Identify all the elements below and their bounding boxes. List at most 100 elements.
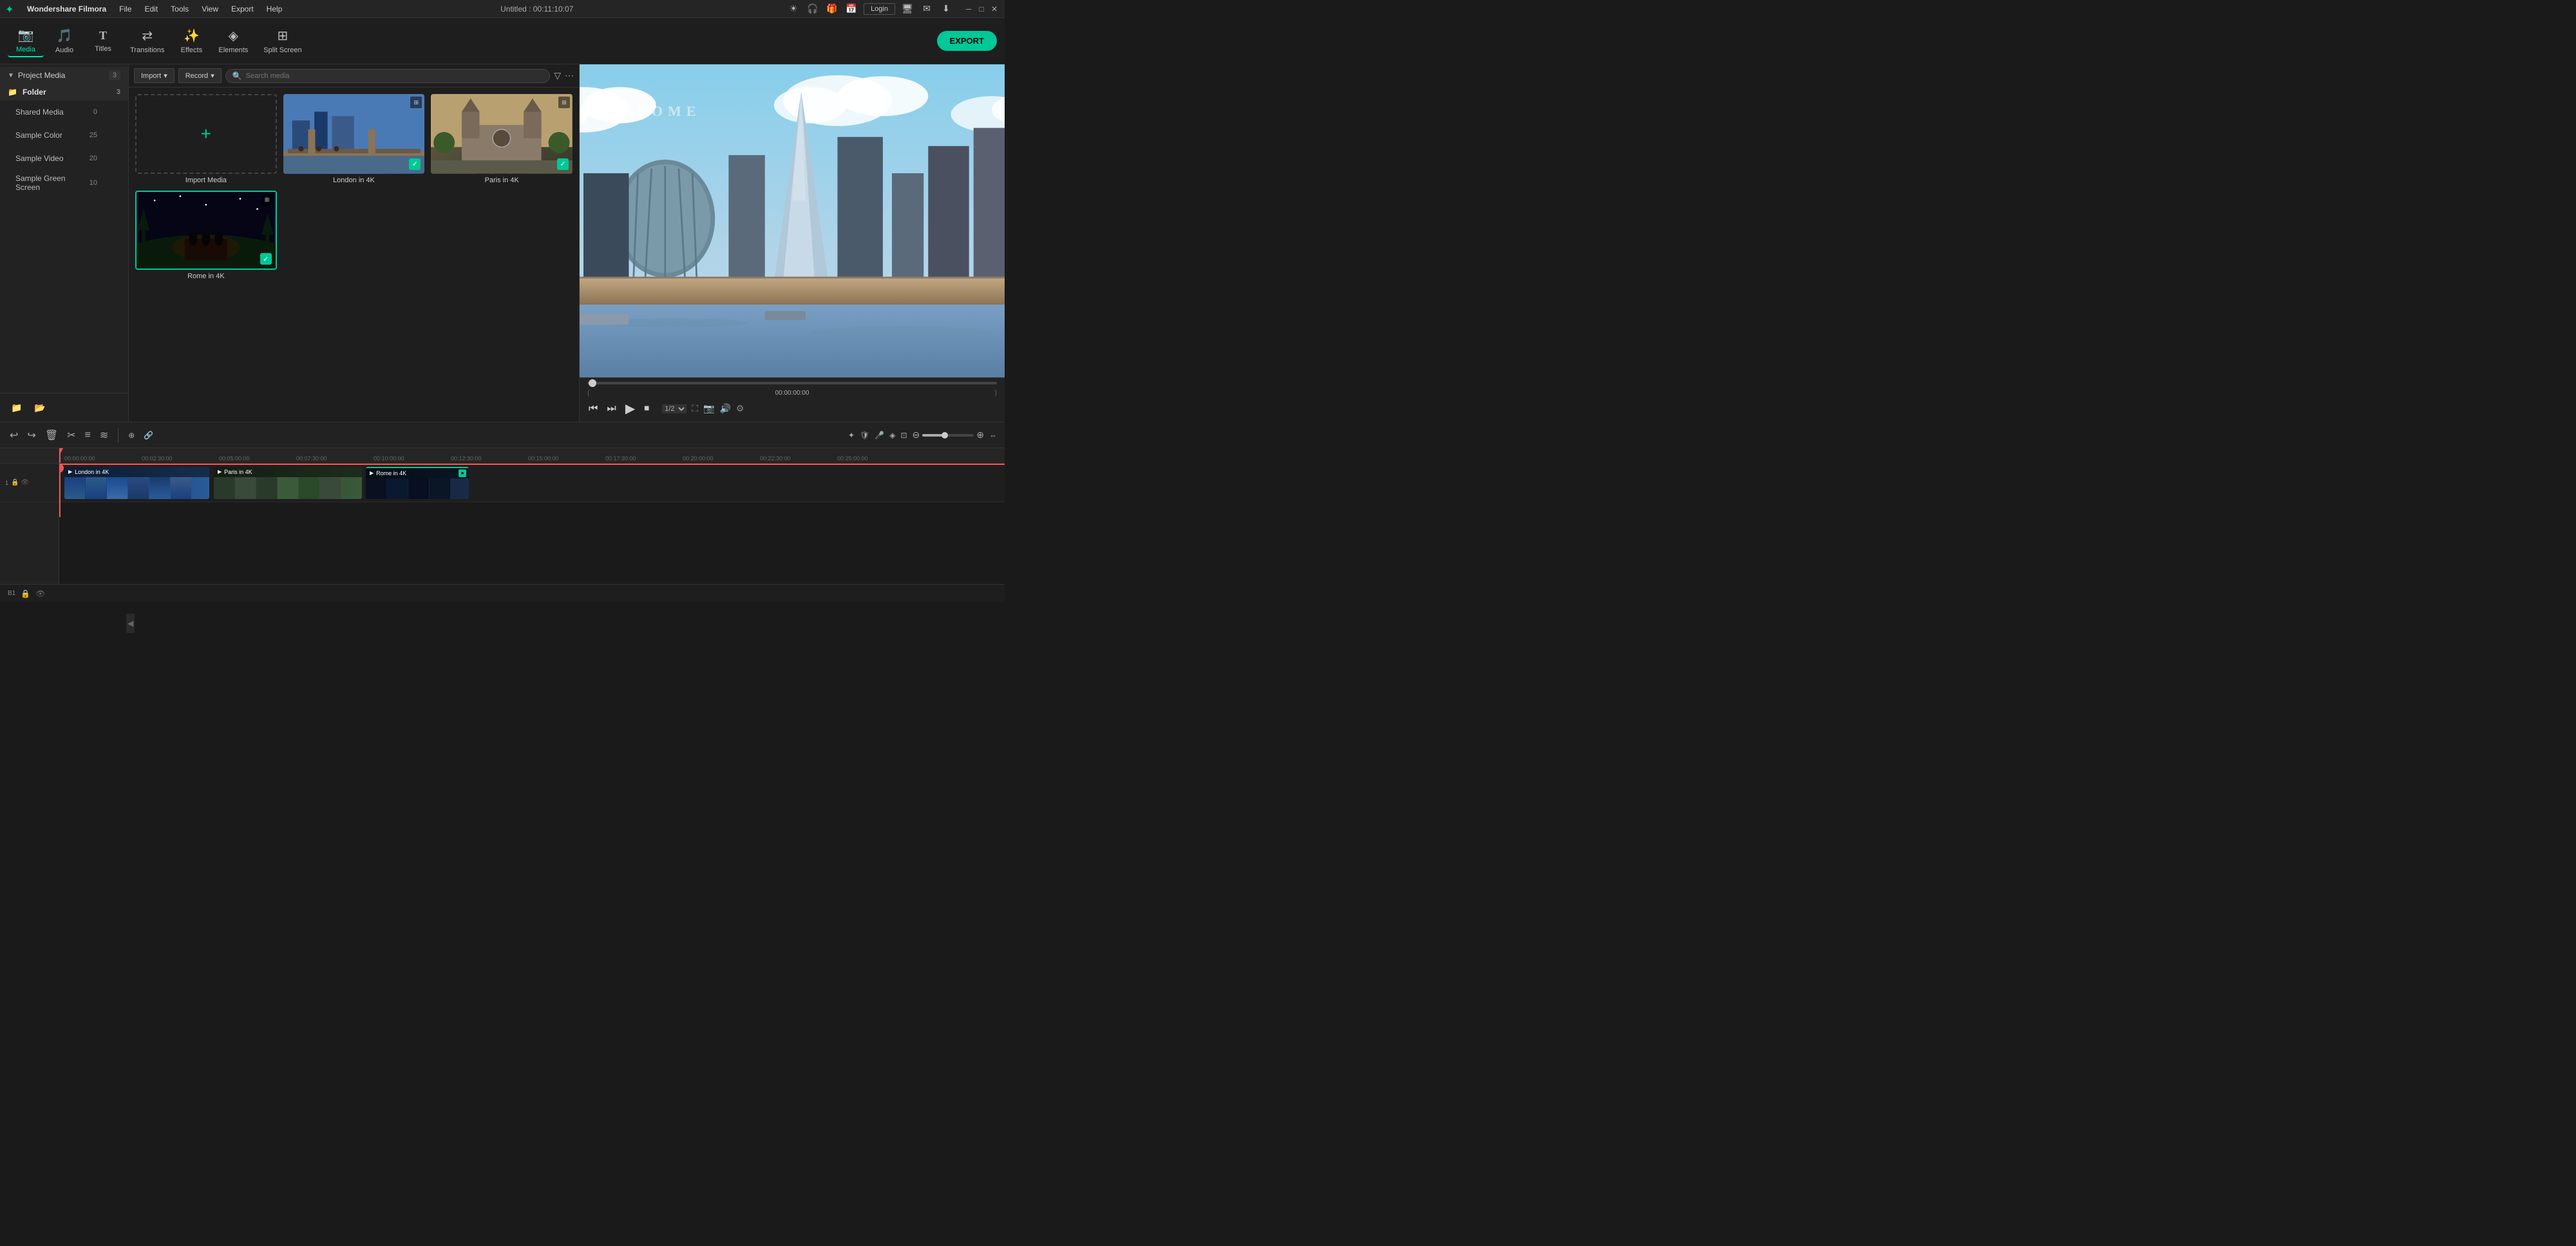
track-lock-icon[interactable]: 🔒 bbox=[11, 479, 19, 486]
minimize-button[interactable]: ─ bbox=[963, 4, 974, 14]
menu-file[interactable]: File bbox=[114, 3, 137, 15]
toolbar-transitions[interactable]: ⇄ Transitions bbox=[124, 25, 171, 57]
london-thumbnails bbox=[64, 477, 209, 499]
gift-icon[interactable]: 🎁 bbox=[825, 2, 839, 16]
search-box[interactable]: 🔍 bbox=[225, 69, 551, 83]
toolbar-audio[interactable]: 🎵 Audio bbox=[46, 25, 82, 57]
toolbar-titles[interactable]: T Titles bbox=[85, 26, 121, 55]
london-thumb-3 bbox=[107, 477, 128, 499]
undo-button[interactable]: ↩ bbox=[8, 427, 20, 444]
fullscreen-icon[interactable]: ⛶ bbox=[692, 403, 698, 414]
zoom-thumb[interactable] bbox=[942, 432, 948, 439]
play-button[interactable]: ▶ bbox=[624, 399, 636, 418]
filter-icon[interactable]: ▽ bbox=[554, 70, 561, 81]
menu-tools[interactable]: Tools bbox=[166, 3, 194, 15]
waveform-button[interactable]: ≋ bbox=[98, 427, 110, 444]
login-button[interactable]: Login bbox=[864, 3, 895, 15]
video-track[interactable]: ▶ London in 4K bbox=[59, 464, 1005, 502]
zoom-out-icon[interactable]: ⊖ bbox=[913, 429, 920, 440]
keyframe-icon[interactable]: ◈ bbox=[889, 431, 895, 440]
import-media-item[interactable]: + Import Media bbox=[135, 94, 277, 184]
audio-split-button[interactable]: ≡ bbox=[83, 428, 93, 443]
london-media-item[interactable]: ⊞ ✓ London in 4K bbox=[283, 94, 425, 184]
headset-icon[interactable]: 🎧 bbox=[806, 2, 820, 16]
sample-green-label: Sample Green Screen bbox=[15, 174, 74, 192]
camera-icon[interactable]: 📷 bbox=[703, 403, 714, 414]
app-logo-icon: ✦ bbox=[5, 3, 17, 15]
export-button[interactable]: EXPORT bbox=[937, 31, 997, 51]
zoom-slider[interactable] bbox=[922, 434, 974, 437]
effects-label: Effects bbox=[181, 46, 202, 54]
menu-view[interactable]: View bbox=[196, 3, 223, 15]
sidebar-shared-media[interactable]: Shared Media 0 bbox=[0, 100, 128, 124]
london-check-icon: ✓ bbox=[409, 158, 421, 170]
london-clip[interactable]: ▶ London in 4K bbox=[64, 467, 209, 499]
add-track-button[interactable]: ⊕ bbox=[126, 429, 137, 442]
transitions-label: Transitions bbox=[130, 46, 164, 54]
close-button[interactable]: ✕ bbox=[989, 4, 999, 14]
step-back-button[interactable]: ⏭ bbox=[605, 402, 617, 416]
zoom-in-icon[interactable]: ⊕ bbox=[976, 429, 984, 440]
beauty-icon[interactable]: ✦ bbox=[848, 431, 855, 440]
preview-panel: ROME { 00:00:00:00 } ⏮ ⏭ ▶ ⏹ 1/2 bbox=[580, 64, 1005, 422]
sidebar-project-media[interactable]: ▼ Project Media 3 bbox=[0, 67, 128, 84]
import-media-btn[interactable]: + bbox=[135, 94, 277, 174]
paris-media-item[interactable]: ⊞ ✓ Paris in 4K bbox=[431, 94, 573, 184]
ruler-playhead bbox=[59, 448, 61, 463]
redo-button[interactable]: ↪ bbox=[25, 427, 37, 444]
seek-thumb[interactable] bbox=[589, 379, 596, 387]
paris-clip-header: ▶ Paris in 4K bbox=[214, 467, 362, 477]
grid-icon[interactable]: ⋯ bbox=[565, 70, 574, 81]
ruler-mark-7: 00:17:30:00 bbox=[605, 455, 683, 462]
cut-button[interactable]: ✂ bbox=[65, 427, 77, 444]
maximize-button[interactable]: □ bbox=[976, 4, 987, 14]
calendar-icon[interactable]: 📅 bbox=[844, 2, 858, 16]
sidebar-sample-video[interactable]: Sample Video 20 bbox=[0, 147, 128, 170]
toolbar-effects[interactable]: ✨ Effects bbox=[173, 25, 209, 57]
download-icon[interactable]: ⬇ bbox=[939, 2, 953, 16]
menu-help[interactable]: Help bbox=[261, 3, 288, 15]
track-lock-btn[interactable]: 🔒 bbox=[21, 589, 30, 598]
crop-icon[interactable]: ⊡ bbox=[900, 431, 907, 440]
sample-green-count: 10 bbox=[74, 175, 113, 191]
shield-icon[interactable]: 🛡 bbox=[860, 431, 869, 440]
paris-clip[interactable]: ▶ Paris in 4K bbox=[214, 467, 362, 499]
import-dropdown[interactable]: Import ▾ bbox=[134, 68, 175, 83]
email-icon[interactable]: ✉ bbox=[920, 2, 934, 16]
ruler-playhead-arrow bbox=[59, 448, 63, 455]
zoom-control: ⊖ ⊕ bbox=[913, 429, 984, 440]
sidebar-sample-color[interactable]: Sample Color 25 bbox=[0, 124, 128, 147]
rome-clip[interactable]: ▶ Rome in 4K ● bbox=[366, 467, 469, 499]
menu-edit[interactable]: Edit bbox=[139, 3, 163, 15]
rome-media-item[interactable]: ⊞ ✓ Rome in 4K bbox=[135, 191, 277, 281]
toolbar-media[interactable]: 📷 Media bbox=[8, 24, 44, 57]
delete-button[interactable]: 🗑 bbox=[43, 427, 60, 444]
link-button[interactable]: 🔗 bbox=[142, 429, 155, 442]
london-clip-label: London in 4K bbox=[75, 469, 109, 475]
sidebar-sample-green[interactable]: Sample Green Screen 10 bbox=[0, 170, 128, 196]
collapse-icon[interactable]: ⇔ bbox=[989, 431, 997, 440]
seek-bar[interactable] bbox=[587, 382, 997, 384]
volume-icon[interactable]: 🔊 bbox=[719, 403, 730, 414]
toolbar-splitscreen[interactable]: ⊞ Split Screen bbox=[257, 25, 308, 57]
effects-icon: ✨ bbox=[184, 28, 200, 44]
track-number: 1 bbox=[5, 480, 8, 486]
paris-thumbnail: ⊞ ✓ bbox=[431, 94, 573, 174]
toolbar-elements[interactable]: ◈ Elements bbox=[212, 25, 254, 57]
mic-icon[interactable]: 🎤 bbox=[875, 431, 884, 440]
menu-export[interactable]: Export bbox=[226, 3, 259, 15]
search-input[interactable] bbox=[246, 72, 544, 80]
new-folder-button[interactable]: 📁 bbox=[8, 399, 26, 417]
new-bin-button[interactable]: 📂 bbox=[31, 399, 49, 417]
track-eye-icon[interactable]: 👁 bbox=[21, 479, 29, 486]
sidebar-folder[interactable]: 📁 Folder 3 bbox=[0, 84, 128, 100]
fraction-select[interactable]: 1/2 Full 1/4 bbox=[662, 404, 687, 413]
settings-icon[interactable]: ⚙ bbox=[736, 403, 744, 414]
screen-icon[interactable]: 🖥 bbox=[900, 2, 914, 16]
left-sidebar: ▼ Project Media 3 📁 Folder 3 Shared Medi… bbox=[0, 64, 129, 422]
stop-button[interactable]: ⏹ bbox=[643, 402, 650, 416]
sun-icon[interactable]: ☀ bbox=[786, 2, 800, 16]
record-dropdown[interactable]: Record ▾ bbox=[178, 68, 222, 83]
skip-back-button[interactable]: ⏮ bbox=[587, 402, 599, 416]
track-visibility-btn[interactable]: 👁 bbox=[35, 589, 45, 598]
